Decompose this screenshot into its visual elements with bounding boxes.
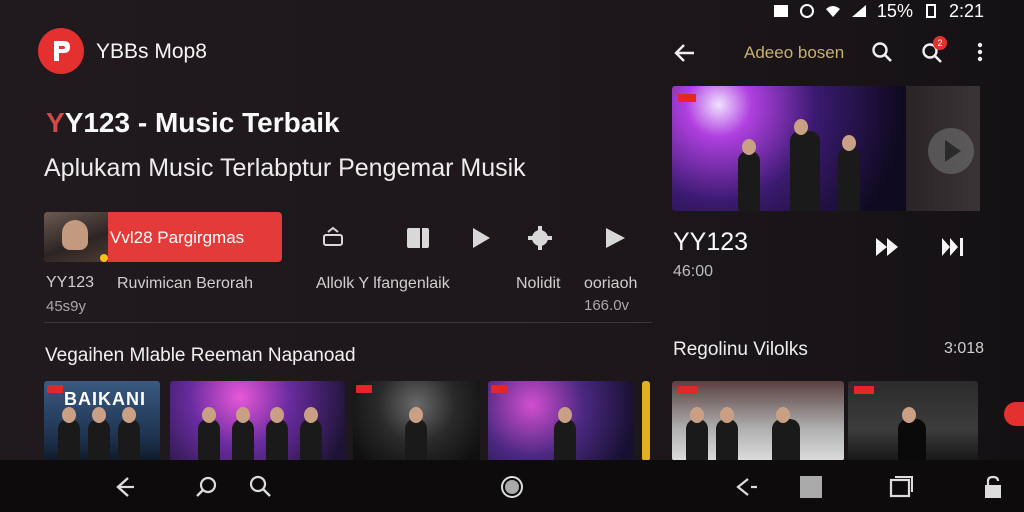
meta-item5-duration: 166.0v xyxy=(584,297,630,314)
left-section-title: Vegaihen Mlable Reeman Napanoad xyxy=(45,345,356,366)
figure xyxy=(266,407,288,461)
play-circle-button[interactable] xyxy=(928,128,974,174)
section-divider xyxy=(44,322,652,323)
page-title: YY123 - Music Terbaik xyxy=(46,107,340,139)
wifi-icon xyxy=(825,6,840,17)
app-logo[interactable] xyxy=(38,28,84,74)
album-card[interactable]: BAIKANI xyxy=(44,381,160,461)
card-tag xyxy=(678,94,696,102)
card-figures xyxy=(44,407,160,461)
clock: 2:21 xyxy=(948,0,984,21)
figure xyxy=(88,407,110,461)
battery-percent: 15% xyxy=(876,0,913,21)
square-nav-icon[interactable] xyxy=(798,474,824,500)
promo-dot xyxy=(100,254,108,262)
meta-item3-title: Allolk Y lfangenlaik xyxy=(316,275,450,292)
meta-item5-title: ooriaoh xyxy=(584,275,638,292)
status-bar: 15% 2:21 xyxy=(664,0,1024,22)
now-playing-title: YY123 xyxy=(673,228,749,256)
book-icon[interactable] xyxy=(405,225,431,251)
title-prefix: Y xyxy=(46,107,65,138)
page-subtitle: Aplukam Music Terlabptur Pengemar Musik xyxy=(44,154,526,182)
card-tag xyxy=(491,385,507,393)
card-tag xyxy=(356,385,372,393)
figure xyxy=(554,407,576,461)
figure xyxy=(898,407,926,461)
right-section-count: 3:018 xyxy=(944,340,985,357)
gear-icon[interactable] xyxy=(527,225,553,251)
figure xyxy=(58,407,80,461)
card-figures xyxy=(848,407,978,461)
figure xyxy=(738,139,760,211)
app-name: YBBs Mop8 xyxy=(96,40,207,63)
alarm-icon xyxy=(799,4,814,18)
back-nav-icon[interactable] xyxy=(112,474,138,500)
floating-action-button[interactable] xyxy=(1004,402,1024,426)
lock-nav-icon[interactable] xyxy=(980,474,1006,500)
promo-label: Vvl28 Pargirgmas xyxy=(110,228,245,247)
figure xyxy=(300,407,322,461)
card-tag xyxy=(47,385,63,393)
fast-forward-icon[interactable] xyxy=(874,234,900,260)
album-card-partial[interactable] xyxy=(642,381,650,461)
card-text: BAIKANI xyxy=(64,389,146,409)
figure xyxy=(772,407,800,461)
figure xyxy=(118,407,140,461)
back-arrow-icon[interactable] xyxy=(672,40,698,66)
card-figures xyxy=(488,407,633,461)
forward-icon[interactable] xyxy=(602,225,628,251)
meta-item1-title: YY123 xyxy=(46,274,95,291)
play-icon[interactable] xyxy=(468,225,494,251)
card-tag xyxy=(854,386,874,394)
figure xyxy=(790,119,820,211)
figure xyxy=(405,407,427,461)
meta-item1-duration: 45s9y xyxy=(46,298,87,315)
app-screen: 15% 2:21 YBBs Mop8 YY123 - Music Terbaik… xyxy=(0,0,1024,461)
promo-button[interactable]: Vvl28 Pargirgmas xyxy=(44,212,282,262)
album-card[interactable] xyxy=(170,381,345,461)
now-playing-artwork[interactable] xyxy=(672,86,906,211)
search-nav-icon[interactable] xyxy=(194,474,220,500)
promo-thumbnail xyxy=(44,212,108,262)
card-tag xyxy=(678,386,698,394)
right-section-title: Regolinu Vilolks xyxy=(673,339,808,360)
album-card[interactable] xyxy=(488,381,633,461)
figure xyxy=(686,407,708,461)
skip-next-icon[interactable] xyxy=(940,234,966,260)
playlist-card[interactable] xyxy=(848,381,978,461)
figure xyxy=(838,135,860,211)
search-icon[interactable] xyxy=(870,40,894,64)
figure xyxy=(716,407,738,461)
hero-figures xyxy=(672,119,906,211)
title-text: Y123 - Music Terbaik xyxy=(64,107,340,138)
battery-icon xyxy=(925,4,936,18)
figure xyxy=(198,407,220,461)
meta-item2-title: Ruvimican Berorah xyxy=(117,275,254,292)
right-header-title: Adeeo bosen xyxy=(744,43,845,62)
meta-item4-title: Nolidit xyxy=(516,275,561,292)
logo-icon xyxy=(54,41,70,61)
album-card[interactable] xyxy=(353,381,480,461)
basket-icon[interactable] xyxy=(320,225,346,251)
playlist-card[interactable] xyxy=(672,381,844,461)
notification-badge: 2 xyxy=(933,36,947,50)
share-nav-icon[interactable] xyxy=(734,474,760,500)
nfc-icon xyxy=(773,5,788,17)
zoom-nav-icon[interactable] xyxy=(248,474,274,500)
card-figures xyxy=(353,407,480,461)
signal-icon xyxy=(851,5,866,17)
home-nav-icon[interactable] xyxy=(499,474,525,500)
now-playing-duration: 46:00 xyxy=(673,263,714,280)
recents-nav-icon[interactable] xyxy=(888,474,914,500)
figure xyxy=(232,407,254,461)
card-figures xyxy=(170,407,345,461)
more-vert-icon[interactable] xyxy=(968,40,992,64)
card-figures xyxy=(672,407,844,461)
